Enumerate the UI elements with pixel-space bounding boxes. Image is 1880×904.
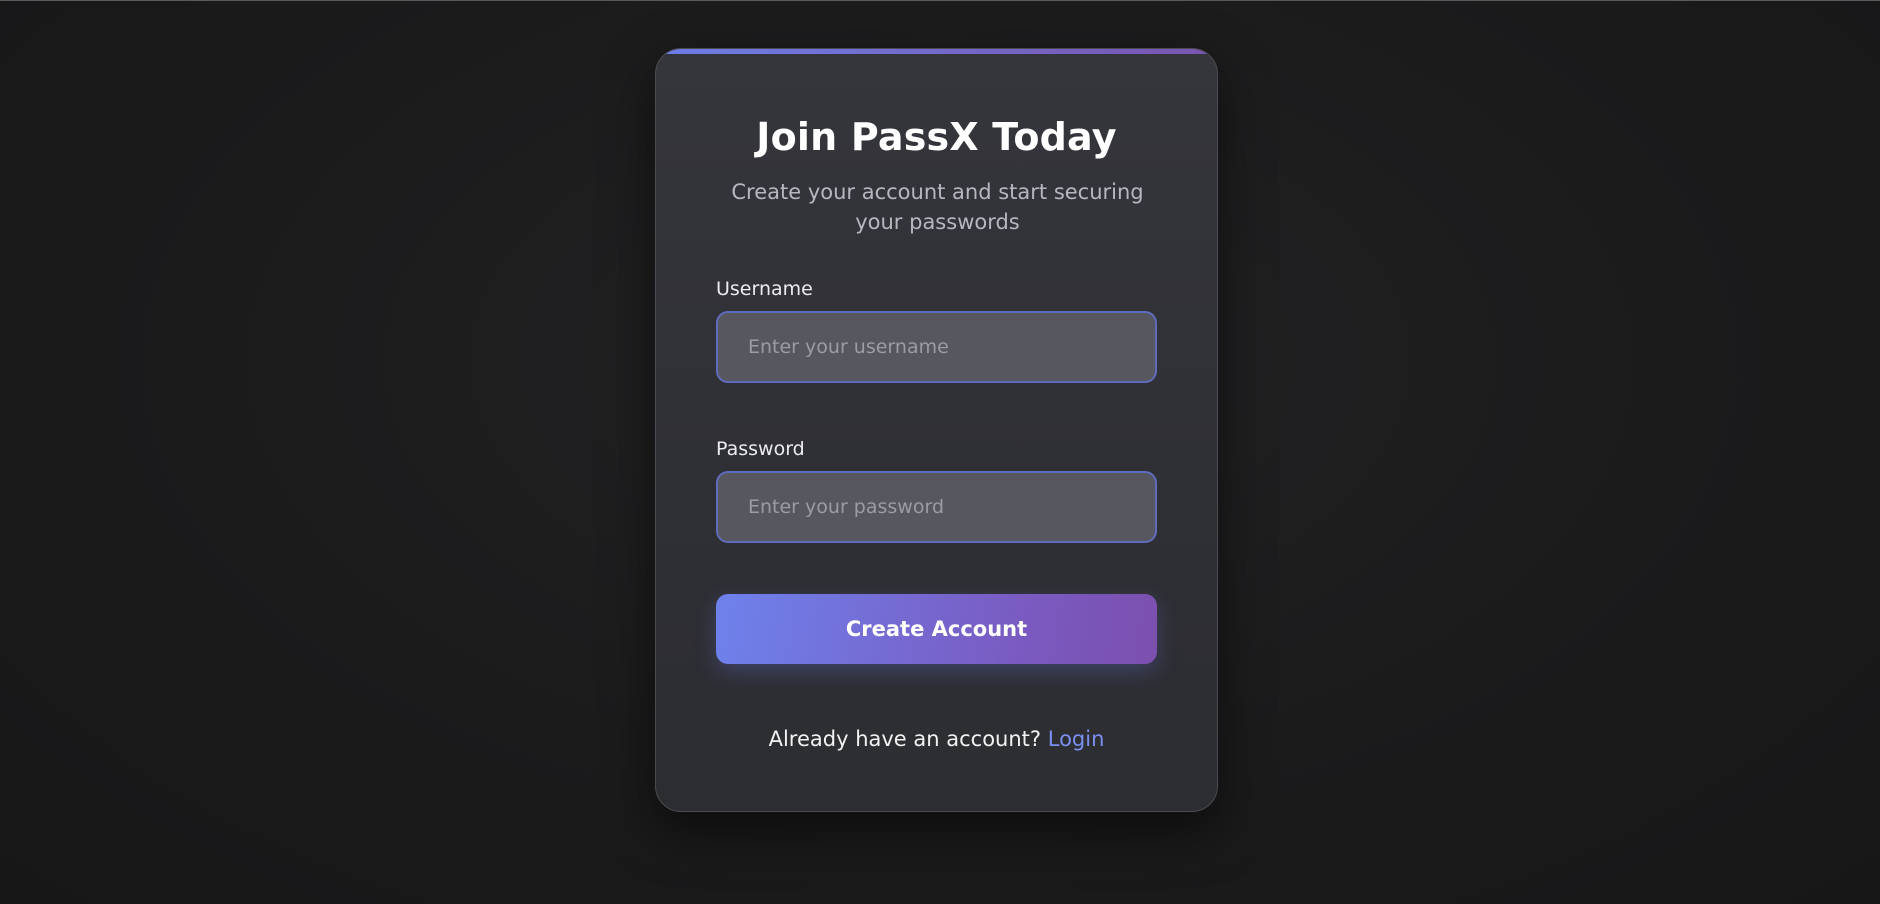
login-link[interactable]: Login <box>1048 727 1105 751</box>
login-prompt-text: Already have an account? <box>768 727 1042 751</box>
username-label: Username <box>716 278 813 300</box>
signup-card: Join PassX Today Create your account and… <box>655 48 1218 812</box>
window-top-border <box>0 0 1880 1</box>
username-input[interactable] <box>716 311 1157 383</box>
page-title: Join PassX Today <box>756 115 1117 159</box>
card-accent-bar <box>656 49 1217 54</box>
password-input[interactable] <box>716 471 1157 543</box>
password-label: Password <box>716 438 805 460</box>
login-prompt: Already have an account? Login <box>656 727 1217 751</box>
page-subtitle: Create your account and start securing y… <box>731 180 1144 234</box>
create-account-button[interactable]: Create Account <box>716 594 1157 664</box>
